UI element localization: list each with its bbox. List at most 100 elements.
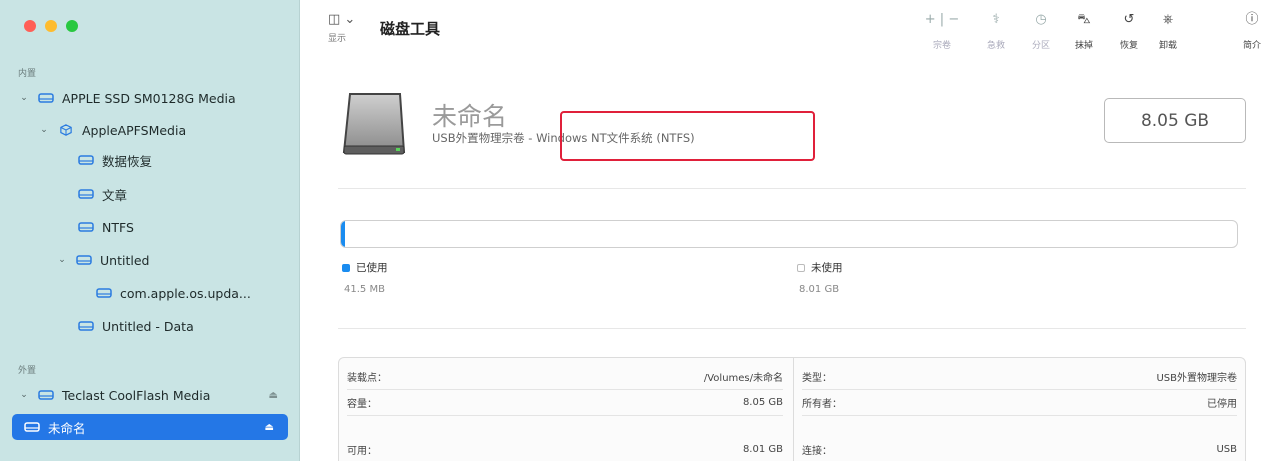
sidebar-item-label: Untitled [100, 252, 150, 268]
erase-button[interactable]: ⛍ 抹掉 [1067, 12, 1101, 51]
info-column-left: 装载点： /Volumes/未命名 容量： 8.05 GB 可用： 8.01 G… [339, 358, 793, 461]
sidebar-item-articles[interactable]: 文章 [78, 181, 127, 207]
unmount-button[interactable]: ⎈ 卸载 [1151, 12, 1185, 51]
unmount-icon: ⎈ [1162, 12, 1174, 27]
partition-button[interactable]: ◷ 分区 [1024, 12, 1058, 51]
restore-button-label: 恢复 [1119, 41, 1138, 51]
used-label: 已使用 [356, 262, 388, 274]
view-toggle[interactable]: ◫ ⌄ 显示 [328, 12, 355, 44]
close-window-button[interactable] [24, 20, 36, 32]
sidebar-item-untitled[interactable]: ⌄ Untitled [56, 247, 149, 273]
unmount-button-label: 卸载 [1158, 41, 1177, 51]
volume-icon [78, 321, 94, 331]
sidebar-item-label: 文章 [102, 187, 128, 203]
restore-button[interactable]: ↺ 恢复 [1112, 12, 1146, 51]
sidebar-toggle-icon[interactable]: ◫ ⌄ [328, 12, 355, 27]
disk-icon [38, 93, 54, 103]
partition-icon: ◷ [1035, 12, 1047, 27]
info-button[interactable]: ⓘ 简介 [1235, 12, 1269, 51]
external-drive-icon [342, 93, 406, 155]
used-value: 41.5 MB [344, 284, 385, 295]
free-label: 未使用 [811, 262, 843, 274]
partition-button-label: 分区 [1031, 41, 1050, 51]
sidebar-item-label: 未命名 [48, 420, 86, 436]
sidebar-item-teclast[interactable]: ⌄ Teclast CoolFlash Media ⏏ [18, 382, 300, 408]
app-title: 磁盘工具 [380, 20, 441, 38]
sidebar-item-label: Teclast CoolFlash Media [62, 387, 211, 403]
info-row-capacity: 容量： 8.05 GB [347, 390, 783, 416]
usage-bar-used-fill [341, 221, 346, 247]
info-row-available: 可用： 8.01 GB [347, 436, 783, 461]
info-row-connection: 连接： USB [802, 436, 1237, 461]
toolbar: ◫ ⌄ 显示 磁盘工具 + | − 宗卷 ⚕ 急救 ◷ 分区 ⛍ 抹掉 ↺ 恢复… [300, 0, 1280, 70]
sidebar-item-label: NTFS [102, 219, 134, 235]
info-key: 连接： [802, 445, 832, 457]
volume-button-label: 宗卷 [932, 41, 951, 51]
add-remove-icon: + | − [924, 12, 960, 27]
chevron-down-icon[interactable]: ⌄ [38, 125, 50, 135]
sidebar-item-data-recovery[interactable]: 数据恢复 [78, 147, 152, 173]
volume-icon [76, 255, 92, 265]
info-table: 装载点： /Volumes/未命名 容量： 8.05 GB 可用： 8.01 G… [338, 357, 1246, 461]
volume-button[interactable]: + | − 宗卷 [920, 12, 964, 51]
sidebar-item-apfs-container[interactable]: ⌄ AppleAPFSMedia [38, 117, 186, 143]
external-disk-icon [38, 390, 54, 400]
info-row-mount-point: 装载点： /Volumes/未命名 [347, 364, 783, 390]
info-key: 类型： [802, 373, 832, 384]
volume-icon [78, 222, 94, 232]
section-label-internal: 内置 [18, 69, 37, 79]
volume-icon [78, 189, 94, 199]
info-value: /Volumes/未命名 [703, 373, 783, 384]
info-key: 可用： [347, 445, 377, 457]
sidebar: 内置 ⌄ APPLE SSD SM0128G Media ⌄ AppleAPFS… [0, 0, 300, 461]
chevron-down-icon[interactable]: ⌄ [18, 390, 30, 400]
info-key: 装载点： [347, 373, 387, 384]
erase-button-label: 抹掉 [1074, 41, 1093, 51]
sidebar-item-apple-ssd[interactable]: ⌄ APPLE SSD SM0128G Media [18, 85, 288, 111]
chevron-down-icon[interactable]: ⌄ [56, 255, 68, 265]
sidebar-item-ntfs[interactable]: NTFS [78, 214, 134, 240]
usage-bar [340, 220, 1238, 248]
sidebar-item-os-update[interactable]: com.apple.os.upda... [96, 280, 251, 306]
first-aid-button[interactable]: ⚕ 急救 [979, 12, 1013, 51]
info-row-type: 类型： USB外置物理宗卷 [802, 364, 1237, 390]
view-label: 显示 [328, 34, 347, 44]
info-icon: ⓘ [1245, 12, 1259, 27]
sidebar-item-label: Untitled - Data [102, 318, 194, 334]
minimize-window-button[interactable] [45, 20, 57, 32]
divider [338, 188, 1246, 189]
volume-icon [96, 288, 112, 298]
info-key: 容量： [347, 399, 377, 410]
sidebar-item-unnamed-volume[interactable]: 未命名 ⏏ [12, 414, 288, 440]
legend-used: 已使用 41.5 MB [342, 260, 388, 295]
legend-free: 未使用 8.01 GB [797, 260, 843, 295]
info-key: 所有者： [802, 399, 842, 410]
annotation-highlight-box [560, 111, 815, 161]
divider [338, 328, 1246, 329]
restore-icon: ↺ [1123, 12, 1135, 27]
eject-icon[interactable]: ⏏ [265, 422, 274, 433]
info-column-right: 类型： USB外置物理宗卷 所有者： 已停用 连接： USB [793, 358, 1245, 461]
zoom-window-button[interactable] [66, 20, 78, 32]
sidebar-item-label: com.apple.os.upda... [120, 285, 251, 301]
first-aid-button-label: 急救 [986, 41, 1005, 51]
eject-icon[interactable]: ⏏ [269, 390, 278, 401]
info-value: USB外置物理宗卷 [1156, 373, 1237, 384]
volume-icon [78, 155, 94, 165]
info-value: USB [1216, 443, 1237, 455]
chevron-down-icon[interactable]: ⌄ [18, 93, 30, 103]
volume-name: 未命名 [432, 102, 508, 131]
info-row-owners: 所有者： 已停用 [802, 390, 1237, 416]
info-button-label: 简介 [1242, 41, 1261, 51]
used-swatch [342, 263, 350, 272]
free-value: 8.01 GB [799, 284, 840, 295]
stethoscope-icon: ⚕ [992, 12, 1000, 27]
free-swatch [797, 263, 805, 272]
sidebar-item-label: AppleAPFSMedia [82, 122, 187, 138]
volume-size: 8.05 GB [1104, 98, 1246, 143]
sidebar-item-untitled-data[interactable]: Untitled - Data [78, 313, 194, 339]
info-value: 8.05 GB [742, 397, 783, 408]
erase-icon: ⛍ [1077, 12, 1091, 27]
info-value: 已停用 [1207, 399, 1237, 410]
info-value: 8.01 GB [742, 443, 783, 455]
